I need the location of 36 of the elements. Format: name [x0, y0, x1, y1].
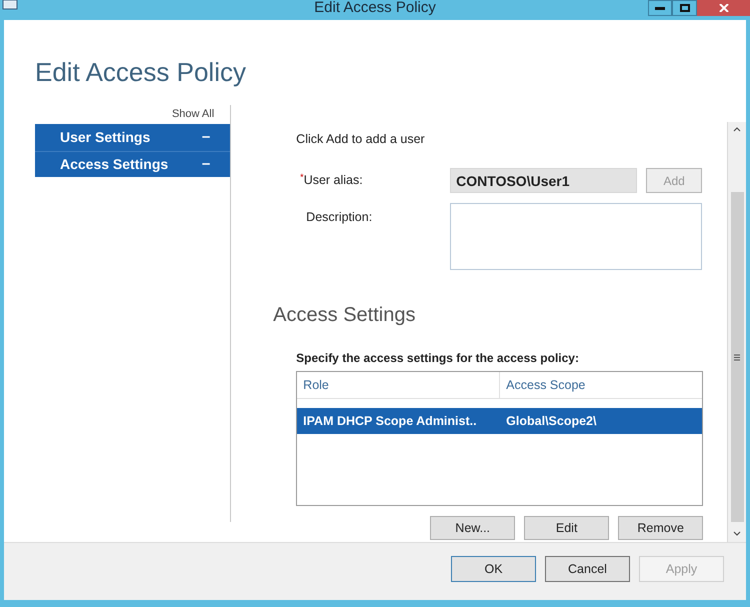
minimize-icon [655, 6, 665, 10]
instruction-text: Specify the access settings for the access policy: [296, 351, 580, 366]
page-title: Edit Access Policy [35, 57, 246, 87]
grip-icon [734, 354, 740, 360]
action-button[interactable]: New... [430, 516, 516, 540]
table-row[interactable]: IPAM DHCP Scope Administ.. Global\Scope2\ [297, 408, 702, 434]
maximize-button[interactable] [672, 0, 697, 16]
scrollbar-thumb[interactable] [730, 192, 744, 522]
instruction-text: Click Add to add a user [296, 131, 426, 147]
table-cell-text: Global\Scope2\ [505, 412, 598, 430]
description-field[interactable] [450, 203, 702, 270]
collapse-toggle[interactable]: – [202, 126, 210, 148]
action-button[interactable]: Edit [524, 516, 610, 540]
section-heading: Access Settings [273, 303, 416, 327]
column-header[interactable]: Access Scope [500, 372, 702, 398]
required-mark: * [300, 172, 304, 182]
close-icon [718, 4, 728, 12]
window-title: Edit Access Policy [314, 0, 436, 16]
minimize-button[interactable] [648, 0, 672, 16]
nav-item[interactable]: Access Settings – [35, 150, 230, 177]
dialog-button[interactable]: OK [451, 556, 536, 582]
table-cell-text: IPAM DHCP Scope Administ.. [302, 412, 478, 430]
show-all-link[interactable]: Show All [172, 106, 214, 123]
scroll-up-icon[interactable] [733, 127, 742, 132]
action-button[interactable]: Remove [618, 516, 704, 540]
field-label: User alias: [304, 173, 363, 188]
column-header[interactable]: Role [297, 372, 500, 398]
app-icon [2, 0, 18, 10]
close-button[interactable] [697, 0, 750, 16]
user-alias-field[interactable]: CONTOSO\User1 [450, 168, 638, 193]
scroll-down-icon[interactable] [733, 531, 742, 536]
collapse-toggle[interactable]: – [202, 153, 210, 176]
nav-item[interactable]: User Settings – [35, 124, 230, 150]
field-label: Description: [306, 210, 372, 224]
dialog-button[interactable]: Cancel [545, 556, 630, 582]
maximize-icon [680, 4, 690, 12]
